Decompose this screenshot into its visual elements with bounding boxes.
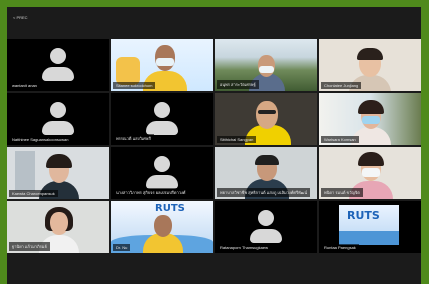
participant-tile[interactable]: RUTS Runtaa Paengsak (319, 201, 421, 253)
participant-tile[interactable]: Natthinee Saguansakoonsuwan (7, 93, 109, 145)
participant-name: พนิดา รมนต์ ขวัญจิต (321, 188, 363, 197)
participant-grid: wantanit anan Sitanee sukrodchom อนุพร ส… (7, 39, 421, 284)
participant-name: Dr. Nu (113, 244, 131, 251)
participant-tile[interactable]: Kaewta Charoenpansuk (7, 147, 109, 199)
participant-name: พยาบาลวิชาชีพ สุทธิกานต์ แสงภู เฉลิมวงศ์… (217, 188, 311, 197)
participant-tile[interactable]: Ratanaporn Thamsugkaew (215, 201, 317, 253)
participant-tile[interactable]: อนุพร สาระวัตเศรษฐ์ (215, 39, 317, 91)
participant-tile[interactable]: wantanit anan (7, 39, 109, 91)
video-conference-window: < PREC wantanit anan Sitanee sukrodchom … (7, 7, 421, 284)
participant-name: wantanit anan (9, 82, 40, 89)
participant-name: Chonlatee Junjiang (321, 82, 362, 89)
participant-name: Warisara Komsan (321, 136, 359, 143)
participant-tile[interactable]: Warisara Komsan (319, 93, 421, 145)
participant-name: Kaewta Charoenpansuk (9, 190, 58, 197)
avatar-placeholder-icon (154, 156, 170, 172)
title-bar: < PREC (7, 7, 421, 37)
participant-tile[interactable]: พนิดา รมนต์ ขวัญจิต (319, 147, 421, 199)
avatar-placeholder-icon (154, 102, 170, 118)
participant-tile[interactable]: RUTS Dr. Nu (111, 201, 213, 253)
window-title[interactable]: < PREC (13, 15, 28, 20)
participant-name: พรรณวดี แสงวิเศษสี (113, 134, 154, 143)
participant-name: Sitthichai Sangpan (217, 136, 257, 143)
participant-name: นางสาววิภาพร สุกิจจร ผลเปรมปรีดาวงศ์ (113, 188, 189, 197)
participant-name: อนุพร สาระวัตเศรษฐ์ (217, 80, 259, 89)
participant-name: ฐานิยา แก้วมาภิรมย์ (9, 242, 50, 251)
participant-tile[interactable]: พยาบาลวิชาชีพ สุทธิกานต์ แสงภู เฉลิมวงศ์… (215, 147, 317, 199)
participant-tile-active-speaker[interactable]: Sitthichai Sangpan (215, 93, 317, 145)
participant-tile[interactable]: นางสาววิภาพร สุกิจจร ผลเปรมปรีดาวงศ์ (111, 147, 213, 199)
participant-tile[interactable]: พรรณวดี แสงวิเศษสี (111, 93, 213, 145)
participant-name: Sitanee sukrodchom (113, 82, 156, 89)
ruts-logo: RUTS (347, 209, 380, 222)
participant-tile[interactable]: ฐานิยา แก้วมาภิรมย์ (7, 201, 109, 253)
cartoon-sticker-icon (116, 57, 140, 85)
participant-name: Natthinee Saguansakoonsuwan (9, 136, 72, 143)
avatar-placeholder-icon (50, 102, 66, 118)
participant-tile[interactable]: Sitanee sukrodchom (111, 39, 213, 91)
ruts-logo: RUTS (155, 203, 185, 214)
participant-name: Ratanaporn Thamsugkaew (217, 244, 271, 251)
participant-name: Runtaa Paengsak (321, 244, 359, 251)
participant-tile[interactable]: Chonlatee Junjiang (319, 39, 421, 91)
avatar-placeholder-icon (258, 210, 274, 226)
avatar-placeholder-icon (50, 48, 66, 64)
